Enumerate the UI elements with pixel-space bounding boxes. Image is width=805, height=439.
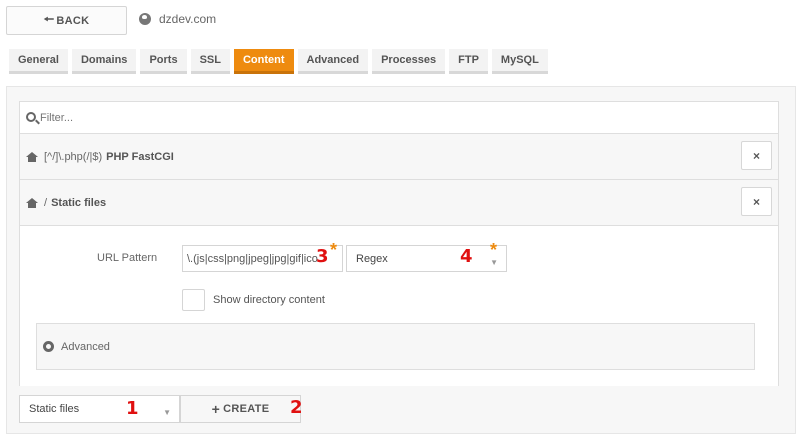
tab-general[interactable]: General — [9, 49, 68, 74]
content-panel: [^/]\.php(/|$) PHP FastCGI × / Static fi… — [6, 86, 796, 434]
remove-rule-button[interactable]: × — [741, 141, 772, 170]
rule-detail: URL Pattern 3 * Regex ▼ 4 * Show directo… — [20, 226, 778, 386]
match-type-select[interactable]: Regex ▼ — [346, 245, 507, 272]
tab-ssl[interactable]: SSL — [190, 49, 230, 74]
rule-row-static[interactable]: / Static files × — [20, 180, 778, 226]
globe-icon — [139, 13, 151, 25]
annotation-3: 3 — [316, 246, 329, 267]
create-bar: Static files 1 ▼ + CREATE 2 — [19, 395, 303, 423]
rule-type-value: Static files — [29, 403, 80, 415]
url-pattern-label: URL Pattern — [97, 252, 158, 264]
rule-type-select[interactable]: Static files 1 ▼ — [19, 395, 180, 423]
search-icon — [26, 111, 36, 122]
tab-ports[interactable]: Ports — [140, 49, 187, 74]
annotation-4: 4 — [460, 246, 473, 267]
match-type-value: Regex — [356, 252, 388, 265]
top-bar: 🠔 BACK dzdev.com — [0, 0, 805, 44]
tab-processes[interactable]: Processes — [372, 49, 446, 74]
required-star: * — [490, 240, 498, 260]
rule-name: Static files — [51, 196, 107, 209]
show-directory-checkbox[interactable] — [182, 289, 205, 311]
home-icon — [26, 197, 38, 208]
tab-content[interactable]: Content — [233, 49, 294, 74]
close-icon: × — [752, 194, 760, 209]
remove-rule-button[interactable]: × — [741, 187, 772, 216]
rules-list: [^/]\.php(/|$) PHP FastCGI × / Static fi… — [19, 101, 779, 386]
tab-ftp[interactable]: FTP — [449, 49, 488, 74]
site-title: dzdev.com — [139, 12, 216, 26]
chevron-down-icon: ▼ — [163, 408, 171, 417]
tab-domains[interactable]: Domains — [71, 49, 137, 74]
tab-bar: General Domains Ports SSL Content Advanc… — [9, 49, 548, 74]
tab-advanced[interactable]: Advanced — [297, 49, 369, 74]
back-button[interactable]: 🠔 BACK — [6, 6, 127, 35]
arrow-left-icon: 🠔 — [43, 12, 55, 26]
create-button-label: CREATE — [223, 403, 270, 415]
annotation-2: 2 — [290, 397, 303, 418]
filter-input[interactable] — [40, 111, 740, 124]
create-button[interactable]: + CREATE — [180, 395, 301, 423]
back-button-label: BACK — [56, 14, 90, 27]
filter-bar — [20, 102, 778, 134]
rule-path: / — [44, 196, 48, 209]
show-directory-label: Show directory content — [213, 294, 325, 306]
tab-mysql[interactable]: MySQL — [491, 49, 548, 74]
advanced-label: Advanced — [61, 340, 110, 353]
rule-name: PHP FastCGI — [106, 150, 174, 163]
site-name: dzdev.com — [159, 12, 217, 26]
rule-path: [^/]\.php(/|$) — [44, 150, 103, 163]
rule-row-php[interactable]: [^/]\.php(/|$) PHP FastCGI × — [20, 134, 778, 180]
annotation-1: 1 — [126, 398, 139, 419]
home-icon — [26, 151, 38, 162]
plus-icon: + — [211, 401, 221, 417]
advanced-section[interactable]: Advanced — [36, 323, 755, 370]
required-star: * — [330, 240, 338, 260]
gear-icon — [43, 341, 54, 352]
close-icon: × — [752, 148, 760, 163]
